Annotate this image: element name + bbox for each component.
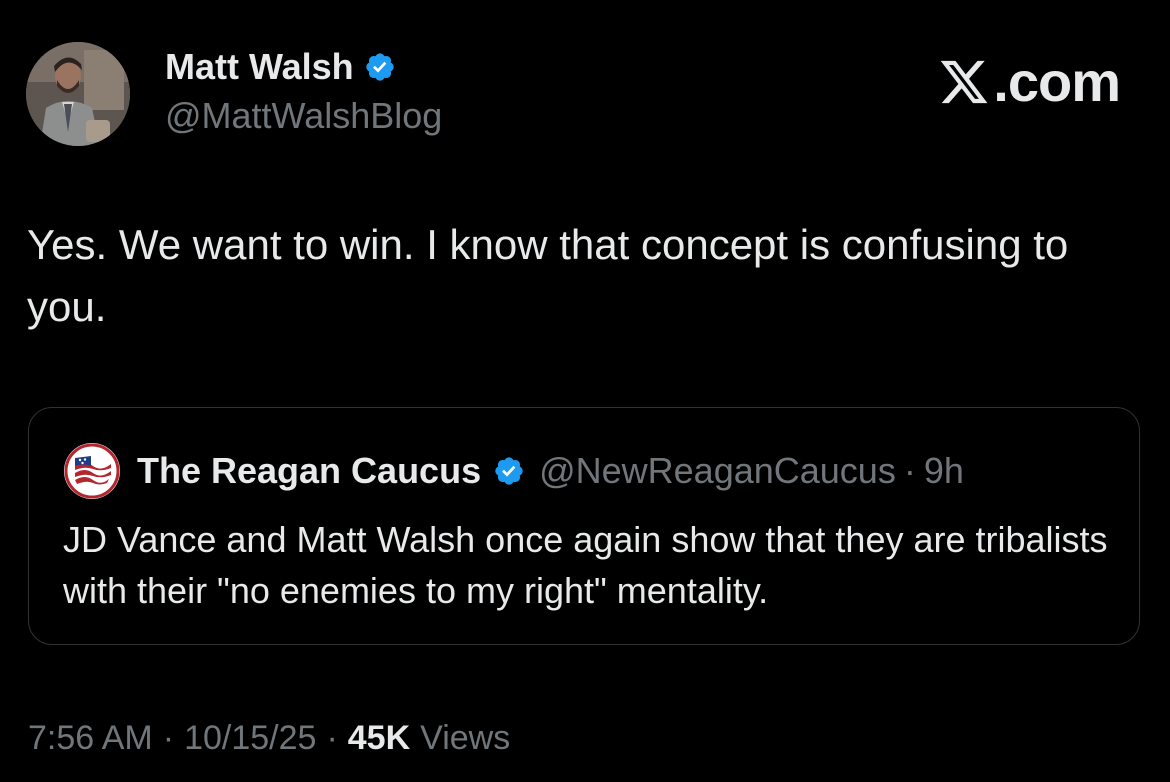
x-brand-watermark: .com	[937, 50, 1121, 113]
tweet-meta: 7:56 AM · 10/15/25 · 45K Views	[28, 716, 510, 760]
author-name[interactable]: Matt Walsh	[165, 44, 354, 90]
x-logo-icon	[941, 60, 988, 104]
author-name-row: Matt Walsh	[165, 44, 396, 90]
quote-avatar-flag-icon[interactable]	[63, 442, 121, 500]
quote-text: JD Vance and Matt Walsh once again show …	[63, 519, 1108, 611]
views-label[interactable]: Views	[420, 719, 510, 758]
author-avatar[interactable]	[26, 42, 130, 146]
quote-author-handle[interactable]: @NewReaganCaucus	[539, 450, 896, 492]
verified-badge-icon	[495, 457, 523, 485]
author-handle[interactable]: @MattWalshBlog	[165, 94, 442, 138]
quote-author-name[interactable]: The Reagan Caucus	[137, 450, 481, 492]
views-count[interactable]: 45K	[348, 719, 410, 758]
tweet-text: Yes. We want to win. I know that concept…	[27, 221, 1069, 330]
quote-header: The Reagan Caucus @NewReaganCaucus · 9h	[63, 443, 964, 499]
tweet-date[interactable]: 10/15/25	[184, 719, 316, 758]
quote-separator: ·	[903, 450, 916, 491]
verified-badge-icon	[366, 53, 394, 81]
quote-timestamp[interactable]: 9h	[924, 450, 964, 492]
brand-label: .com	[993, 50, 1121, 113]
meta-separator: ·	[162, 718, 175, 757]
meta-separator: ·	[326, 718, 338, 757]
quoted-tweet-card[interactable]: The Reagan Caucus @NewReaganCaucus · 9h …	[28, 407, 1140, 645]
tweet-time[interactable]: 7:56 AM	[28, 719, 153, 758]
